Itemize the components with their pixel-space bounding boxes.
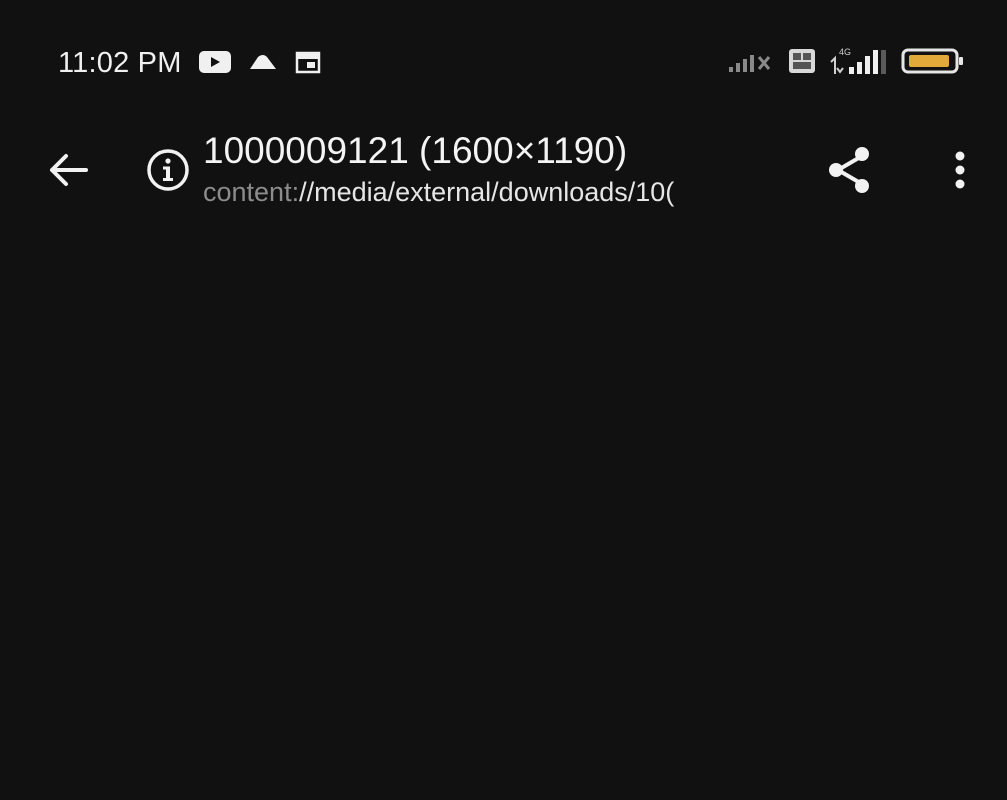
image-uri: content://media/external/downloads/10( <box>203 174 771 210</box>
battery-icon <box>901 46 965 81</box>
image-viewport[interactable] <box>0 230 1007 800</box>
back-button[interactable] <box>40 144 96 200</box>
youtube-icon <box>198 49 232 80</box>
system-status-icons: 4G <box>727 46 965 81</box>
more-options-button[interactable] <box>932 140 988 204</box>
arrow-back-icon <box>44 146 92 199</box>
status-time: 11:02 PM <box>58 47 182 79</box>
volte-icon <box>787 47 817 80</box>
uri-scheme: content: <box>203 177 300 207</box>
cloud-icon <box>246 49 280 80</box>
image-title: 1000009121 (1600×1190) <box>203 130 628 171</box>
network-type-label: 4G <box>839 47 851 57</box>
signal-4g-icon: 4G <box>827 46 891 81</box>
status-bar: 11:02 PM 4G <box>0 0 1007 120</box>
more-vertical-icon <box>952 146 968 199</box>
calendar-icon <box>294 49 322 80</box>
info-button[interactable] <box>140 144 196 200</box>
info-icon <box>145 147 191 198</box>
share-button[interactable] <box>818 140 882 204</box>
title-block: 1000009121 (1600×1190) content://media/e… <box>203 128 771 210</box>
uri-path: //media/external/downloads/10( <box>299 177 675 207</box>
signal-weak-icon <box>727 47 777 80</box>
notification-icons <box>198 50 322 78</box>
share-icon <box>822 142 878 203</box>
app-bar: 1000009121 (1600×1190) content://media/e… <box>0 120 1007 230</box>
